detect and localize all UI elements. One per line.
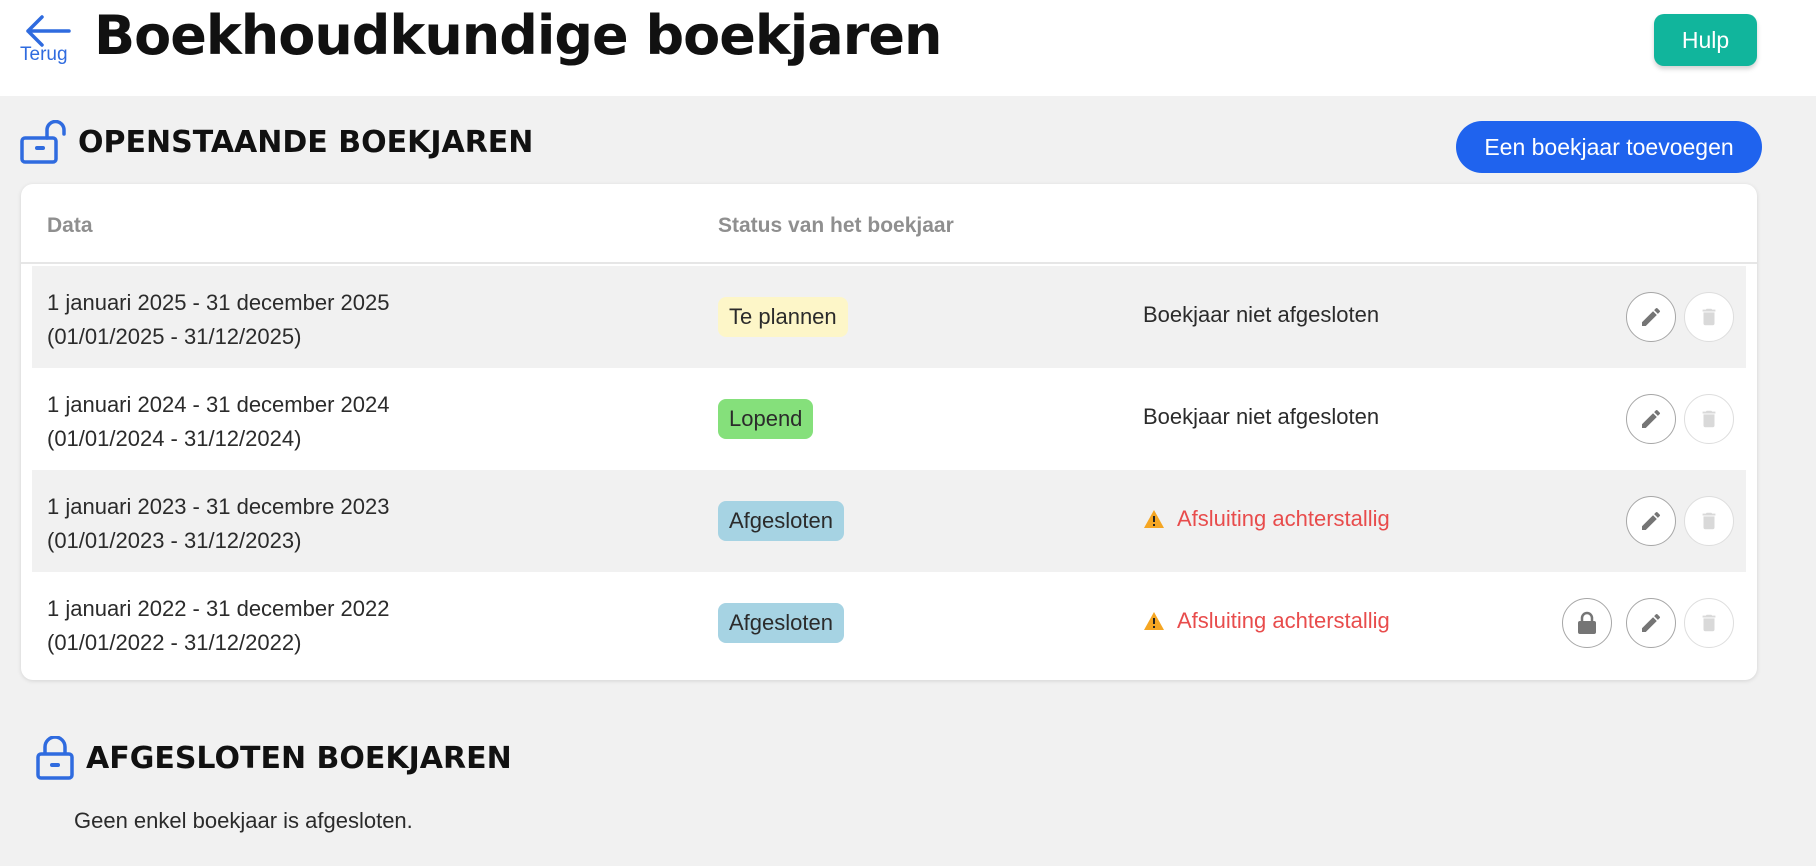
status-badge: Afgesloten — [718, 603, 844, 643]
date-cell: 1 januari 2025 - 31 december 2025 (01/01… — [47, 286, 389, 354]
back-label: Terug — [20, 44, 68, 65]
edit-button[interactable] — [1626, 496, 1676, 546]
delete-button[interactable] — [1684, 394, 1734, 444]
fiscal-years-table: Data Status van het boekjaar 1 januari 2… — [21, 184, 1757, 680]
date-range-numeric: (01/01/2025 - 31/12/2025) — [47, 324, 302, 349]
warning-icon — [1144, 510, 1164, 528]
trash-icon — [1702, 410, 1716, 428]
table-header: Data Status van het boekjaar — [21, 184, 1757, 264]
edit-button[interactable] — [1626, 394, 1676, 444]
delete-button[interactable] — [1684, 598, 1734, 648]
help-button[interactable]: Hulp — [1654, 14, 1757, 66]
closing-state-text: Boekjaar niet afgesloten — [1143, 404, 1380, 429]
add-fiscal-year-button[interactable]: Een boekjaar toevoegen — [1456, 121, 1762, 173]
pencil-icon — [1642, 613, 1661, 632]
open-years-title: OPENSTAANDE BOEKJAREN — [78, 124, 534, 160]
closing-state: Boekjaar niet afgesloten — [1143, 404, 1379, 430]
column-header-date: Data — [47, 214, 93, 237]
date-cell: 1 januari 2022 - 31 december 2022 (01/01… — [47, 592, 389, 660]
delete-button[interactable] — [1684, 292, 1734, 342]
back-button[interactable]: Terug — [20, 14, 76, 74]
locked-padlock-icon — [36, 736, 74, 780]
table-row: 1 januari 2023 - 31 decembre 2023 (01/01… — [32, 470, 1746, 572]
date-cell: 1 januari 2023 - 31 decembre 2023 (01/01… — [47, 490, 389, 558]
trash-icon — [1702, 308, 1716, 326]
trash-icon — [1702, 614, 1716, 632]
page-title: Boekhoudkundige boekjaren — [94, 4, 942, 67]
closed-years-heading: AFGESLOTEN BOEKJAREN — [36, 736, 512, 780]
closing-state: Boekjaar niet afgesloten — [1143, 302, 1379, 328]
edit-button[interactable] — [1626, 598, 1676, 648]
edit-button[interactable] — [1626, 292, 1676, 342]
open-years-heading: OPENSTAANDE BOEKJAREN — [20, 120, 533, 164]
warning-icon — [1144, 612, 1164, 630]
closed-years-title: AFGESLOTEN BOEKJAREN — [86, 740, 512, 776]
date-range-text: 1 januari 2023 - 31 decembre 2023 — [47, 494, 390, 519]
arrow-left-icon — [26, 15, 71, 47]
date-range-text: 1 januari 2022 - 31 december 2022 — [47, 596, 390, 621]
date-range-numeric: (01/01/2022 - 31/12/2022) — [47, 630, 302, 655]
pencil-icon — [1642, 409, 1661, 428]
date-range-numeric: (01/01/2024 - 31/12/2024) — [47, 426, 302, 451]
empty-state-text: Geen enkel boekjaar is afgesloten. — [74, 808, 413, 833]
pencil-icon — [1642, 511, 1661, 530]
closing-state-text: Afsluiting achterstallig — [1177, 608, 1390, 633]
trash-icon — [1702, 512, 1716, 530]
date-range-text: 1 januari 2024 - 31 december 2024 — [47, 392, 390, 417]
delete-button[interactable] — [1684, 496, 1734, 546]
closing-state: Afsluiting achterstallig — [1143, 506, 1390, 532]
column-header-status: Status van het boekjaar — [718, 214, 954, 237]
close-year-button[interactable] — [1562, 598, 1612, 648]
table-row: 1 januari 2022 - 31 december 2022 (01/01… — [32, 572, 1746, 674]
date-range-text: 1 januari 2025 - 31 december 2025 — [47, 290, 390, 315]
closing-state: Afsluiting achterstallig — [1143, 608, 1390, 634]
status-badge: Te plannen — [718, 297, 848, 337]
table-row: 1 januari 2025 - 31 december 2025 (01/01… — [32, 266, 1746, 368]
date-cell: 1 januari 2024 - 31 december 2024 (01/01… — [47, 388, 389, 456]
status-badge: Afgesloten — [718, 501, 844, 541]
date-range-numeric: (01/01/2023 - 31/12/2023) — [47, 528, 302, 553]
pencil-icon — [1642, 307, 1661, 326]
closing-state-text: Afsluiting achterstallig — [1177, 506, 1390, 531]
closing-state-text: Boekjaar niet afgesloten — [1143, 302, 1380, 327]
table-row: 1 januari 2024 - 31 december 2024 (01/01… — [32, 368, 1746, 470]
padlock-icon — [1578, 611, 1596, 634]
status-badge: Lopend — [718, 399, 814, 439]
unlocked-padlock-icon — [20, 120, 66, 164]
page-header: Terug Boekhoudkundige boekjaren Hulp — [0, 0, 1816, 96]
